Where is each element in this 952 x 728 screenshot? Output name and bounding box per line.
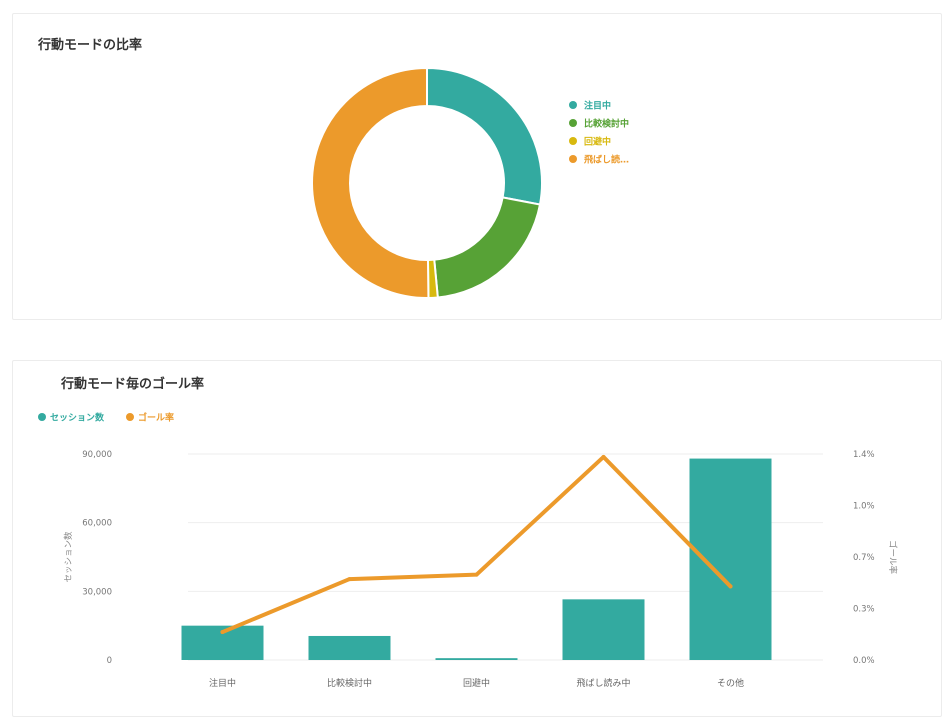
legend-marker-1: [569, 119, 577, 127]
point-goal-rate-1[interactable]: [347, 577, 352, 582]
line-goal-rate[interactable]: [220, 454, 733, 635]
bar-sessions-2[interactable]: [435, 658, 518, 660]
donut-slice-3[interactable]: [311, 66, 430, 299]
legend-label-2[interactable]: 回避中: [584, 136, 611, 148]
combo-chart: セッション数 ゴール率030,00060,00090,0000.0%0.3%0.7…: [38, 412, 898, 689]
x-tick-label-0: 注目中: [209, 677, 236, 689]
combo-chart-card: 行動モード毎のゴール率 セッション数 ゴール率 0 30,000 60,000 90,00…: [12, 360, 942, 717]
x-tick-label-3: 飛ばし読み中: [576, 677, 630, 689]
point-goal-rate-4[interactable]: [728, 584, 733, 589]
x-tick-label-2: 回避中: [463, 677, 490, 689]
legend-marker-0: [569, 101, 577, 109]
y-tick-label-2: 60,000: [82, 519, 112, 529]
y-tick-label-1: 30,000: [82, 587, 112, 597]
bar-sessions-1[interactable]: [308, 635, 391, 660]
legend-label-sessions[interactable]: セッション数: [50, 412, 105, 424]
donut-chart-card: 行動モードの比率 注目中 比較検討中 回避中 飛ばし読…: [12, 13, 942, 320]
x-tick-label-4: その他: [717, 677, 744, 689]
y2-tick-label-2: 0.7%: [853, 553, 875, 563]
legend-label-1[interactable]: 比較検討中: [584, 118, 629, 130]
bar-sessions-3[interactable]: [562, 599, 645, 660]
point-goal-rate-2[interactable]: [474, 572, 479, 577]
y-tick-label-3: 90,000: [82, 450, 112, 460]
y2-tick-label-4: 1.4%: [853, 450, 875, 460]
y-tick-label-0: 0: [107, 656, 112, 666]
point-goal-rate-3[interactable]: [601, 454, 606, 459]
legend-marker-3: [569, 155, 577, 163]
legend-label-3[interactable]: 飛ばし読…: [583, 154, 629, 166]
y2-tick-label-0: 0.0%: [853, 656, 875, 666]
y2-tick-label-1: 0.3%: [853, 605, 875, 615]
y-axis-title: セッション数: [63, 531, 74, 583]
donut-slice-1[interactable]: [433, 196, 542, 299]
legend-label-0[interactable]: 注目中: [584, 100, 611, 112]
legend-marker-sessions: [38, 413, 46, 421]
donut-chart: 注目中比較検討中回避中飛ばし読…: [311, 66, 629, 300]
y2-tick-label-3: 1.0%: [853, 502, 875, 512]
point-goal-rate-0[interactable]: [220, 630, 225, 635]
legend-marker-2: [569, 137, 577, 145]
y2-axis-title: ゴール率: [887, 540, 898, 575]
donut-slice-0[interactable]: [426, 66, 543, 206]
x-tick-label-1: 比較検討中: [327, 677, 372, 689]
legend-marker-goal-rate: [126, 413, 134, 421]
legend-label-goal-rate[interactable]: ゴール率: [138, 412, 174, 424]
